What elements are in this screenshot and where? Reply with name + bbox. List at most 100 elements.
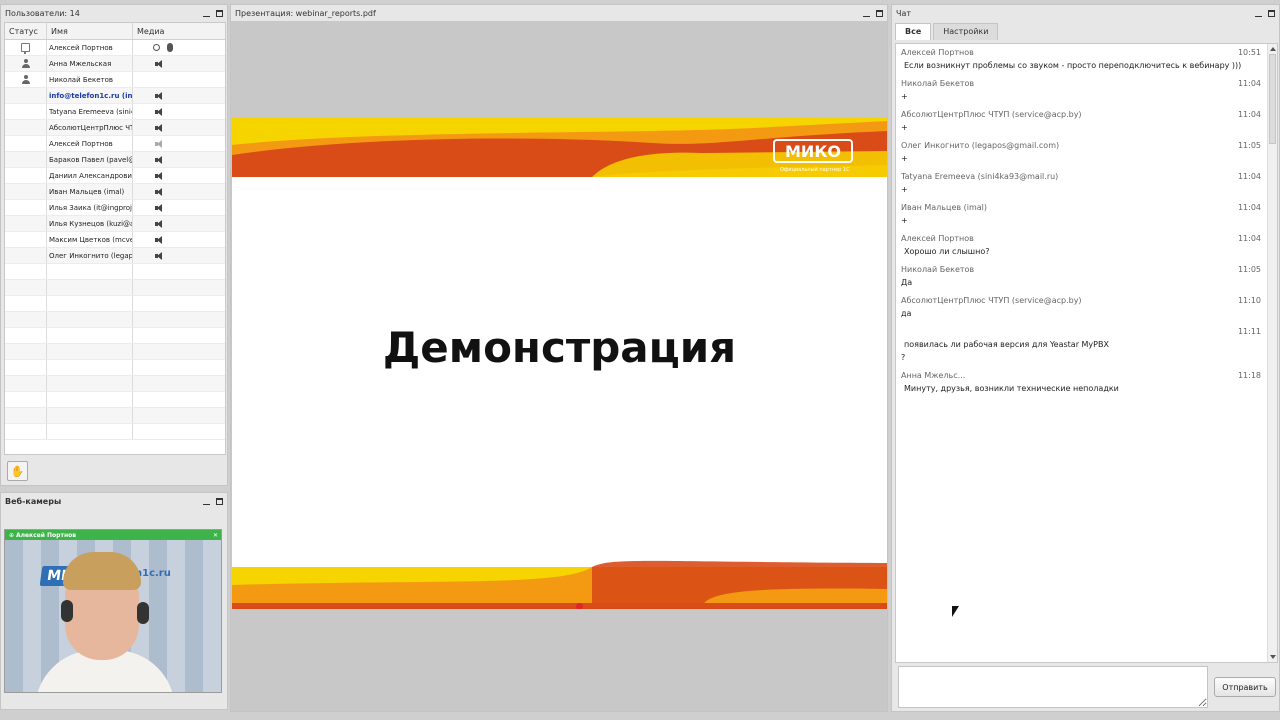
chat-input[interactable] [898,666,1208,708]
chat-message: Алексей Портнов 11:04 Хорошо ли слышно? [896,230,1277,258]
chat-message: Николай Бекетов 11:05 Да [896,261,1277,289]
table-row [5,408,225,424]
speaker-icon[interactable] [155,203,162,212]
chat-message: Tatyana Eremeeva (sini4ka93@mail.ru) 11:0… [896,168,1277,196]
speaker-icon[interactable] [155,123,162,132]
user-name-cell: Олег Инкогнито (legapos [47,248,133,263]
minimize-icon[interactable] [203,498,210,505]
chat-message: Иван Мальцев (imal) 11:04 + [896,199,1277,227]
microphone-icon[interactable] [167,43,173,52]
user-media-cell [133,344,225,359]
user-name-cell: Бараков Павел (pavel@ [47,152,133,167]
chat-message-header: 11:11 [901,325,1261,338]
speaker-icon[interactable] [155,155,162,164]
user-name-cell [47,296,133,311]
slide-title: Демонстрация [382,323,737,372]
user-media-cell [133,360,225,375]
user-name-cell: Анна Мжельская [47,56,133,71]
maximize-icon[interactable] [1268,9,1275,17]
speaker-muted-icon[interactable] [155,139,162,148]
table-row[interactable]: Иван Мальцев (imal) [5,184,225,200]
user-status-cell [5,168,47,183]
chat-panel: Чат Все Настройки Алексей Портнов 10:51 Ес… [891,4,1280,712]
close-icon[interactable]: ✕ [213,532,218,539]
chat-message-text: Да [901,278,913,287]
user-media-cell [133,72,225,87]
user-media-cell [133,136,225,151]
tab-all[interactable]: Все [895,23,932,40]
maximize-icon[interactable] [216,9,223,17]
speaker-icon[interactable] [155,107,162,116]
speaker-icon[interactable] [155,59,162,68]
table-row[interactable]: Максим Цветков (mcvet@ [5,232,225,248]
chat-message-author: Николай Бекетов [901,265,975,274]
user-name-cell [47,408,133,423]
table-row[interactable]: info@telefon1c.ru (info@ [5,88,225,104]
chat-message-time: 11:10 [1237,296,1261,305]
chat-message: АбсолютЦентрПлюс ЧТУП (service@acp.by) 11… [896,106,1277,134]
speaker-icon[interactable] [155,187,162,196]
table-row [5,392,225,408]
user-media-cell [133,40,225,55]
speaker-icon[interactable] [155,251,162,260]
column-name[interactable]: Имя [47,23,133,39]
tab-settings[interactable]: Настройки [933,23,999,40]
person-hair [63,552,141,590]
scroll-down-icon[interactable] [1270,655,1276,659]
minimize-icon[interactable] [863,10,870,17]
column-media[interactable]: Медиа [133,23,225,39]
scroll-up-icon[interactable] [1270,47,1276,51]
maximize-icon[interactable] [876,9,883,17]
chat-message: АбсолютЦентрПлюс ЧТУП (service@acp.by) 11… [896,292,1277,320]
user-name-cell [47,344,133,359]
user-media-cell [133,104,225,119]
raise-hand-button[interactable]: ✋ [7,461,28,481]
send-button[interactable]: Отправить [1214,677,1276,697]
table-row[interactable]: АбсолютЦентрПлюс ЧТУ [5,120,225,136]
webcams-panel: Веб-камеры МИ n1c.ru ⊕ Алексей Портнов ✕ [0,492,228,710]
user-name-cell [47,312,133,327]
chat-message-text: да [901,309,912,318]
speaker-icon[interactable] [155,219,162,228]
minimize-icon[interactable] [1255,10,1262,17]
user-media-cell [133,280,225,295]
user-media-cell [133,152,225,167]
webcam-video[interactable]: МИ n1c.ru ⊕ Алексей Портнов ✕ [4,529,222,693]
table-row[interactable]: Бараков Павел (pavel@ [5,152,225,168]
chat-scrollbar[interactable] [1267,44,1277,662]
presentation-panel: Презентация: webinar_reports.pdf МИКО Оф… [230,4,888,712]
scroll-thumb[interactable] [1269,54,1276,144]
table-row[interactable]: Алексей Портнов [5,40,225,56]
table-row[interactable]: Илья Кузнецов (kuzi@av [5,216,225,232]
chat-message-text: + [901,216,908,225]
table-row[interactable]: Анна Мжельская [5,56,225,72]
user-status-cell [5,136,47,151]
user-name-cell [47,280,133,295]
table-row[interactable]: Николай Бекетов [5,72,225,88]
chat-message-text: Хорошо ли слышно? [904,247,990,256]
minimize-icon[interactable] [203,10,210,17]
chat-message-time: 11:05 [1237,265,1261,274]
user-media-cell [133,184,225,199]
user-name-cell: Иван Мальцев (imal) [47,184,133,199]
speaker-icon[interactable] [155,235,162,244]
column-status[interactable]: Статус [5,23,47,39]
webcam-icon[interactable] [153,44,160,51]
table-row [5,264,225,280]
table-row[interactable]: Алексей Портнов [5,136,225,152]
table-row[interactable]: Олег Инкогнито (legapos [5,248,225,264]
speaker-icon[interactable] [155,171,162,180]
table-row[interactable]: Илья Заика (it@ingprojec [5,200,225,216]
table-row[interactable]: Tatyana Eremeeva (sini4k [5,104,225,120]
chat-message-header: Анна Мжельс... 11:18 [901,369,1261,382]
users-panel-header: Пользователи: 14 [1,5,227,21]
table-row[interactable]: Даниил Александрович ( [5,168,225,184]
speaker-icon[interactable] [155,91,162,100]
user-media-cell [133,232,225,247]
user-name-cell [47,264,133,279]
chat-log[interactable]: Алексей Портнов 10:51 Если возникнут пробл… [895,43,1278,663]
maximize-icon[interactable] [216,497,223,505]
chat-message-author: Алексей Портнов [901,48,974,57]
chat-message-header: АбсолютЦентрПлюс ЧТУП (service@acp.by) 11… [901,294,1261,307]
user-icon [21,59,30,68]
